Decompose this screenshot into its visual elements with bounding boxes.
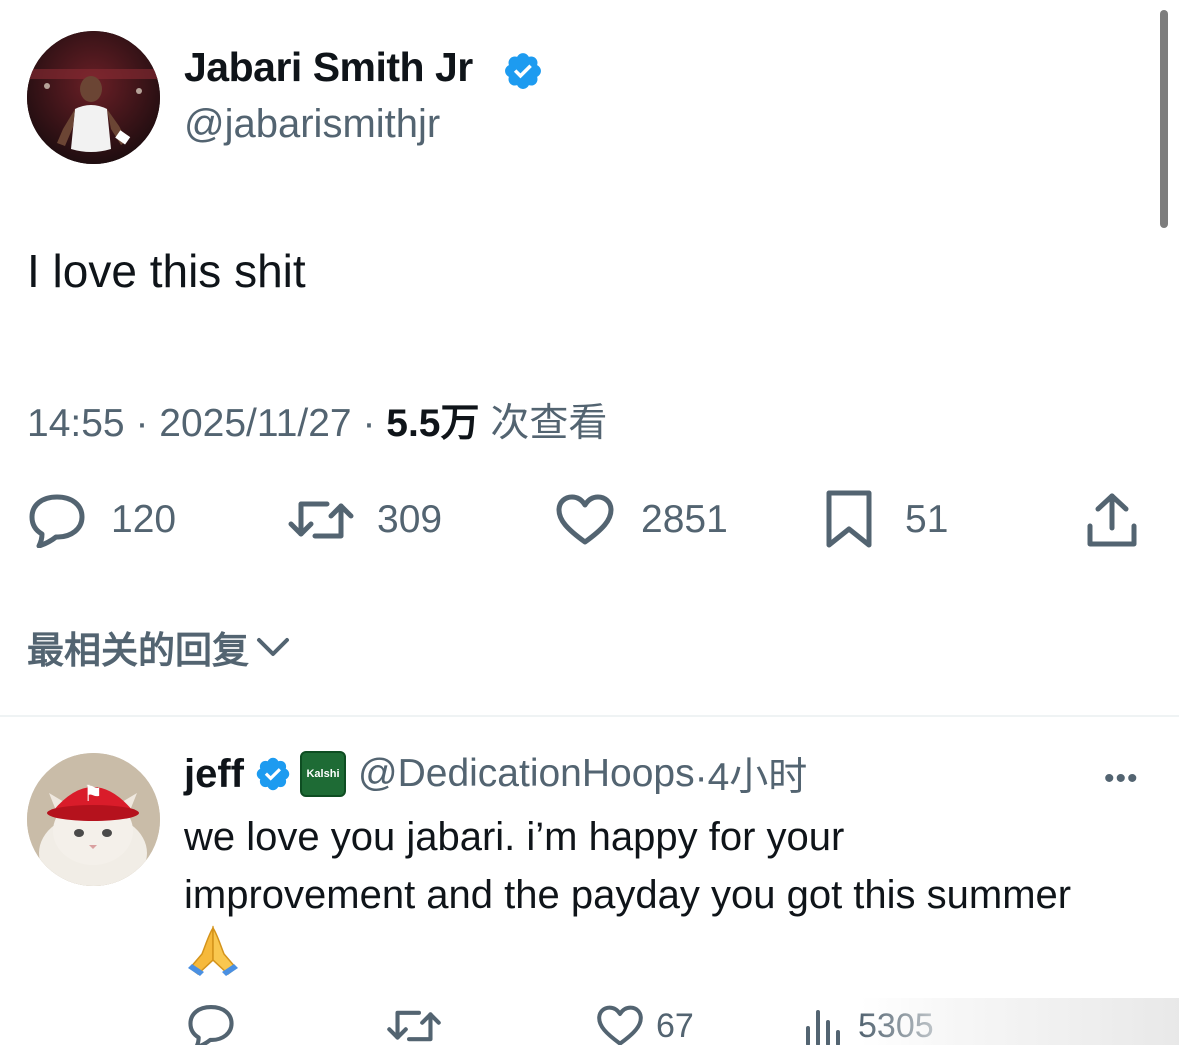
chevron-down-icon (257, 638, 289, 656)
kalshi-affiliate-badge[interactable]: Kalshi (300, 751, 346, 797)
player-avatar-icon (27, 31, 160, 164)
author-handle[interactable]: @jabarismithjr (184, 102, 440, 147)
meta-separator: · (362, 402, 376, 445)
tweet-time[interactable]: 14:55 (27, 402, 125, 445)
reply-like-count: 67 (656, 1006, 694, 1045)
heart-icon (556, 494, 614, 545)
svg-text:⚑: ⚑ (83, 782, 103, 807)
reply-icon (188, 1005, 234, 1045)
divider (0, 715, 1179, 717)
like-count: 2851 (641, 498, 728, 541)
watermark-overlay (860, 998, 1179, 1045)
views-label: 次查看 (490, 402, 608, 445)
retweet-button[interactable]: 309 (287, 488, 442, 552)
reply-author-handle[interactable]: @DedicationHoops (358, 752, 695, 796)
tweet-meta: 14:55 · 2025/11/27 · 5.5万 次查看 (27, 392, 607, 448)
tweet-text: I love this shit (27, 245, 306, 297)
tweet-date[interactable]: 2025/11/27 (159, 402, 351, 445)
reply-like-button[interactable]: 67 (596, 1002, 694, 1045)
share-icon (1087, 493, 1137, 547)
bookmark-count: 51 (905, 498, 949, 541)
replies-sort-label: 最相关的回复 (27, 630, 249, 671)
verified-badge-icon (505, 53, 541, 89)
retweet-icon (387, 1010, 441, 1042)
reply-icon (29, 494, 85, 548)
author-name[interactable]: Jabari Smith Jr (184, 44, 473, 91)
author-avatar[interactable] (27, 31, 160, 164)
reply-button[interactable]: 120 (27, 488, 176, 552)
praying-hands-icon (188, 925, 238, 976)
heart-icon (597, 1005, 643, 1045)
more-options-icon[interactable]: ••• (1104, 762, 1139, 796)
share-button[interactable] (1084, 488, 1140, 552)
retweet-count: 309 (377, 498, 443, 541)
reply-text-content: we love you jabari. i’m happy for your i… (184, 815, 1072, 917)
views-count: 5.5万 (386, 402, 480, 445)
replies-sort-dropdown[interactable]: 最相关的回复 (27, 620, 291, 674)
bookmark-icon (826, 490, 872, 548)
verified-badge-icon (256, 757, 290, 791)
reply-time[interactable]: ·4小时 (695, 746, 808, 802)
folded-hands-emoji (184, 924, 242, 994)
reply-reply-button[interactable] (186, 1002, 236, 1045)
reply-header: jeff Kalshi @DedicationHoops ·4小时 (184, 748, 807, 800)
meta-separator: · (135, 402, 149, 445)
views-chart-icon (806, 1010, 840, 1045)
scrollbar[interactable] (1160, 10, 1168, 228)
reply-author-avatar[interactable]: ⚑ (27, 753, 160, 886)
reply-text: we love you jabari. i’m happy for your i… (184, 808, 1084, 994)
cat-with-rockets-cap-avatar-icon: ⚑ (27, 753, 160, 886)
like-button[interactable]: 2851 (555, 488, 728, 552)
retweet-icon (288, 501, 354, 539)
reply-retweet-button[interactable] (386, 1002, 442, 1045)
reply-count: 120 (111, 498, 177, 541)
bookmark-button[interactable]: 51 (823, 488, 948, 552)
reply-author-name[interactable]: jeff (184, 752, 244, 797)
